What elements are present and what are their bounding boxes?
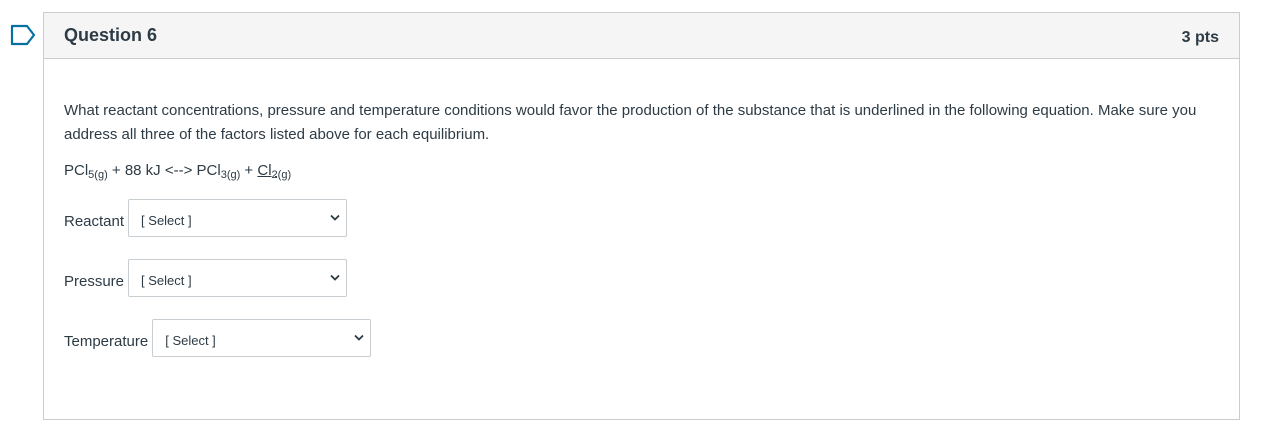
temperature-select-value: [ Select ] [165,333,216,348]
answer-row-reactant: Reactant [ Select ] [64,199,1219,237]
reactant-select[interactable]: [ Select ] [128,199,348,237]
answer-label-temperature: Temperature [64,333,149,350]
flag-question-button[interactable] [10,24,36,46]
question-body: What reactant concentrations, pressure a… [44,59,1239,357]
equation-term-pcl3-state: 3(g) [220,169,241,181]
equation-term-pcl5: PCl [64,162,89,179]
equation-term-cl2-state: 2(g) [271,169,292,181]
equation-term-cl2: Cl [257,162,272,179]
question-prompt: What reactant concentrations, pressure a… [64,102,1197,143]
question-title: Question 6 [64,25,158,45]
equation-term-pcl3: PCl [196,162,221,179]
equation-term-cl2-underlined: Cl2(g) [257,162,292,181]
question-header: Question 6 3 pts [44,13,1239,59]
quiz-page: Question 6 3 pts What reactant concentra… [0,0,1282,444]
reactant-select-value: [ Select ] [141,213,192,228]
equation-plus: + [240,162,258,179]
temperature-select[interactable]: [ Select ] [152,319,372,357]
answer-row-temperature: Temperature [ Select ] [64,319,1219,357]
flag-question-icon [10,24,36,46]
question-card: Question 6 3 pts What reactant concentra… [43,12,1240,420]
question-points: 3 pts [1181,28,1219,46]
chemical-equation: PCl5(g) + 88 kJ <--> PCl3(g) + Cl2(g) [64,159,1219,183]
pressure-select-value: [ Select ] [141,273,192,288]
equation-term-pcl5-state: 5(g) [88,169,108,181]
chevron-down-icon [330,214,340,221]
pressure-select[interactable]: [ Select ] [128,259,348,297]
chevron-down-icon [354,334,364,341]
answer-label-pressure: Pressure [64,273,125,290]
chevron-down-icon [330,274,340,281]
answer-row-pressure: Pressure [ Select ] [64,259,1219,297]
equation-middle: + 88 kJ <--> [107,162,197,179]
answer-label-reactant: Reactant [64,213,125,230]
